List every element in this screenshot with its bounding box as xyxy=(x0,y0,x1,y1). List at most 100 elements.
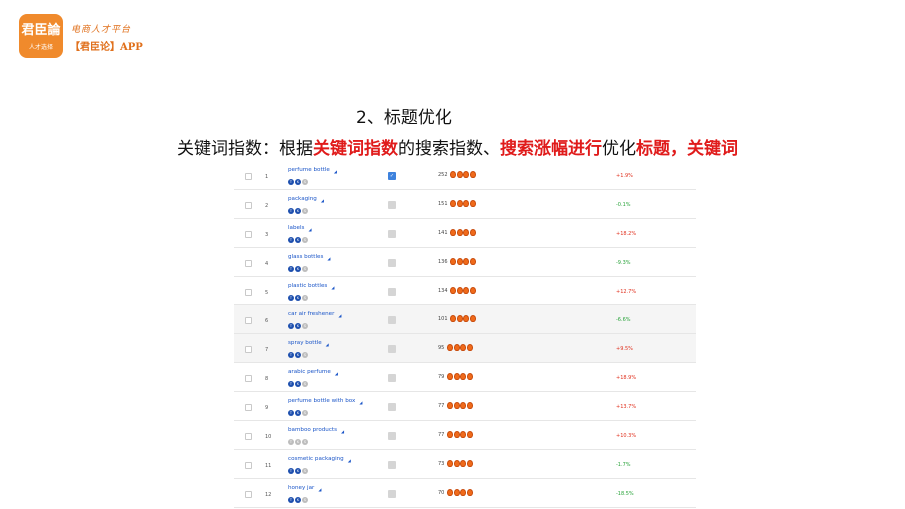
keyword-link[interactable]: car air freshener ◢ xyxy=(288,311,342,318)
keyword-text: packaging xyxy=(288,195,317,202)
flame-icon xyxy=(447,344,453,352)
heat-flames xyxy=(447,402,473,410)
keyword-link[interactable]: plastic bottles ◢ xyxy=(288,283,334,290)
trend-value: +10.3% xyxy=(616,433,637,440)
subtitle-highlight: 标题，关键词 xyxy=(636,139,738,159)
table-row: 8 arabic perfume ◢ T K S 79 +18.9% xyxy=(234,363,696,393)
keyword-link[interactable]: arabic perfume ◢ xyxy=(288,369,338,377)
row-rank: 8 xyxy=(265,376,269,383)
row-checkbox[interactable] xyxy=(245,259,252,267)
subtitle-text: 优化 xyxy=(602,139,636,159)
row-checkbox[interactable] xyxy=(245,288,252,296)
select-toggle-icon[interactable] xyxy=(388,287,396,296)
keyword-badges: TKS xyxy=(288,179,308,185)
keyword-link[interactable]: perfume bottle with box ◢ xyxy=(288,398,363,406)
badge-icon: S xyxy=(302,410,308,417)
row-rank: 1 xyxy=(265,174,269,180)
row-checkbox[interactable] xyxy=(245,201,252,209)
row-rank: 10 xyxy=(265,434,272,441)
keyword-badges: TKS xyxy=(288,439,308,446)
select-toggle-icon[interactable] xyxy=(388,374,396,383)
select-toggle-icon[interactable] xyxy=(388,200,396,209)
keyword-link[interactable]: perfume bottle ◢ xyxy=(288,167,337,174)
keyword-link[interactable]: packaging ◢ xyxy=(288,195,324,203)
select-toggle-icon[interactable] xyxy=(388,432,396,441)
sort-triangle-icon: ◢ xyxy=(334,371,338,377)
table-row: 6 car air freshener ◢ T K S 101 -6.6% xyxy=(234,305,696,335)
sort-triangle-icon: ◢ xyxy=(318,486,322,492)
sort-triangle-icon: ◢ xyxy=(341,429,345,435)
flame-icon xyxy=(460,373,466,381)
search-index-value: 141 xyxy=(438,229,448,236)
keyword-text: honey jar xyxy=(288,484,315,491)
select-toggle-icon[interactable] xyxy=(388,345,396,354)
heat-flames xyxy=(450,286,476,294)
keyword-link[interactable]: cosmetic packaging ◢ xyxy=(288,456,351,463)
flame-icon xyxy=(466,431,473,439)
badge-icon: S xyxy=(302,323,308,330)
row-checkbox[interactable] xyxy=(245,404,252,412)
keyword-badges: TKS xyxy=(288,352,308,359)
select-toggle-icon[interactable]: ✓ xyxy=(388,172,396,180)
select-toggle-icon[interactable] xyxy=(388,460,396,469)
section-title: 2、标题优化 xyxy=(356,108,452,128)
row-checkbox[interactable] xyxy=(245,461,252,469)
flame-icon xyxy=(450,315,456,323)
keyword-link[interactable]: honey jar ◢ xyxy=(288,484,322,492)
flame-icon xyxy=(469,315,476,323)
brand-logo: 君臣論 人才选择 xyxy=(19,14,63,58)
keyword-text: spray bottle xyxy=(288,340,322,347)
table-row: 9 perfume bottle with box ◢ T K S 77 +13.7% xyxy=(234,392,696,422)
flame-icon xyxy=(469,171,476,178)
sort-triangle-icon: ◢ xyxy=(325,342,329,348)
table-row: 5 plastic bottles ◢ T K S 134 +12.7% xyxy=(234,277,696,306)
search-index-value: 151 xyxy=(438,200,448,207)
flame-icon xyxy=(456,199,463,207)
keyword-badges: TKS xyxy=(288,207,308,214)
select-toggle-icon[interactable] xyxy=(388,258,396,267)
badge-icon: T xyxy=(288,410,294,417)
flame-icon xyxy=(460,431,466,439)
keyword-badges: TKS xyxy=(288,381,308,388)
badge-icon: K xyxy=(295,236,301,243)
row-checkbox[interactable] xyxy=(245,433,252,441)
badge-icon: S xyxy=(302,179,308,185)
flame-icon xyxy=(466,373,473,381)
brand-slogan: 电商人才平台 xyxy=(71,25,132,35)
search-index-value: 70 xyxy=(438,489,445,496)
badge-icon: S xyxy=(302,352,308,359)
flame-icon xyxy=(456,286,463,294)
trend-value: +12.7% xyxy=(616,288,637,295)
row-checkbox[interactable] xyxy=(245,173,252,180)
table-row: 7 spray bottle ◢ T K S 95 +9.5% xyxy=(234,334,696,364)
keyword-link[interactable]: spray bottle ◢ xyxy=(288,340,329,348)
keyword-text: glass bottles xyxy=(288,253,324,260)
keyword-text: arabic perfume xyxy=(288,369,331,376)
subtitle-text: 的搜索指数、 xyxy=(398,139,500,159)
row-checkbox[interactable] xyxy=(245,490,252,498)
sort-triangle-icon: ◢ xyxy=(359,400,363,406)
sort-triangle-icon: ◢ xyxy=(333,169,337,174)
row-rank: 9 xyxy=(265,405,269,412)
select-toggle-icon[interactable] xyxy=(388,489,396,498)
select-toggle-icon[interactable] xyxy=(388,316,396,325)
trend-value: +13.7% xyxy=(616,404,637,411)
search-index-value: 77 xyxy=(438,403,445,410)
keyword-link[interactable]: labels ◢ xyxy=(288,225,312,232)
keyword-link[interactable]: glass bottles ◢ xyxy=(288,253,331,261)
row-checkbox[interactable] xyxy=(245,346,252,354)
keyword-link[interactable]: bamboo products ◢ xyxy=(288,427,345,435)
trend-value: +18.9% xyxy=(616,375,637,382)
row-checkbox[interactable] xyxy=(245,230,252,238)
row-checkbox[interactable] xyxy=(245,317,252,325)
trend-value: -6.6% xyxy=(616,317,631,324)
flame-icon xyxy=(453,431,460,439)
flame-icon xyxy=(463,286,469,294)
select-toggle-icon[interactable] xyxy=(388,229,396,238)
search-index-value: 136 xyxy=(438,258,448,265)
row-checkbox[interactable] xyxy=(245,375,252,383)
badge-icon: K xyxy=(295,323,301,330)
select-toggle-icon[interactable] xyxy=(388,403,396,412)
heat-flames xyxy=(447,373,473,381)
badge-icon: S xyxy=(302,439,308,446)
